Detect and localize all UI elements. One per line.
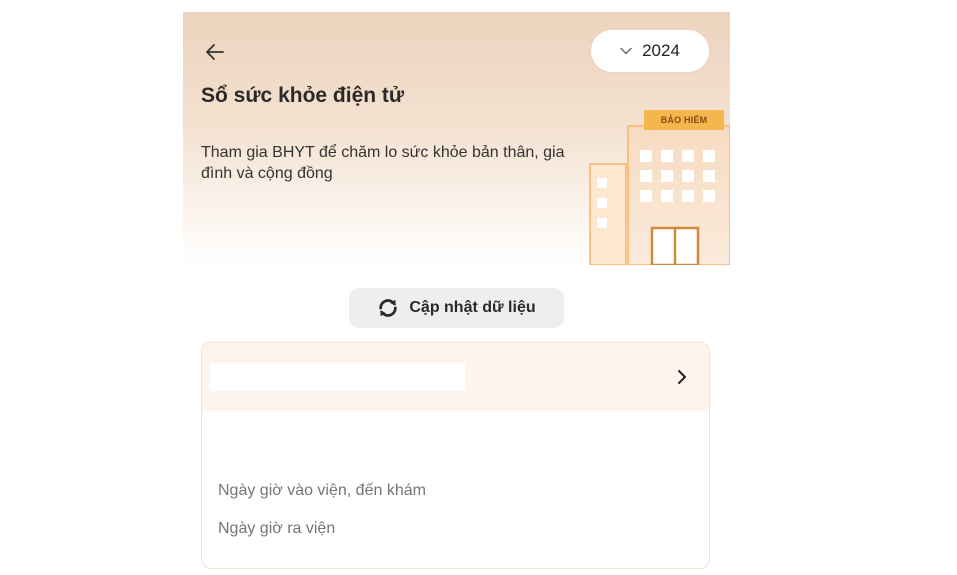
discharge-datetime-label: Ngày giờ ra viện	[218, 520, 336, 537]
arrow-left-icon	[206, 44, 224, 60]
record-card-header[interactable]	[202, 343, 709, 411]
chevron-down-icon	[620, 47, 632, 55]
admission-datetime-label: Ngày giờ vào viện, đến khám	[218, 482, 426, 499]
insurance-building-illustration: BẢO HIỂM	[588, 104, 730, 267]
refresh-label: Cập nhật dữ liệu	[409, 299, 536, 316]
insurance-sign: BẢO HIỂM	[644, 110, 724, 130]
page-subtitle: Tham gia BHYT để chăm lo sức khỏe bản th…	[201, 144, 565, 182]
chevron-right-icon	[678, 370, 686, 384]
medical-record-card: Ngày giờ vào viện, đến khám Ngày giờ ra …	[201, 342, 710, 569]
record-title-placeholder	[210, 363, 465, 391]
back-button[interactable]	[203, 40, 227, 64]
year-select[interactable]: 2024	[591, 30, 709, 72]
refresh-data-button[interactable]: Cập nhật dữ liệu	[349, 288, 564, 328]
page-title: Sổ sức khỏe điện tử	[201, 84, 405, 107]
header-banner: 2024 Sổ sức khỏe điện tử Tham gia BHYT đ…	[183, 12, 730, 267]
refresh-icon	[379, 299, 398, 317]
year-value: 2024	[642, 41, 680, 60]
app-screen: 2024 Sổ sức khỏe điện tử Tham gia BHYT đ…	[183, 12, 730, 575]
